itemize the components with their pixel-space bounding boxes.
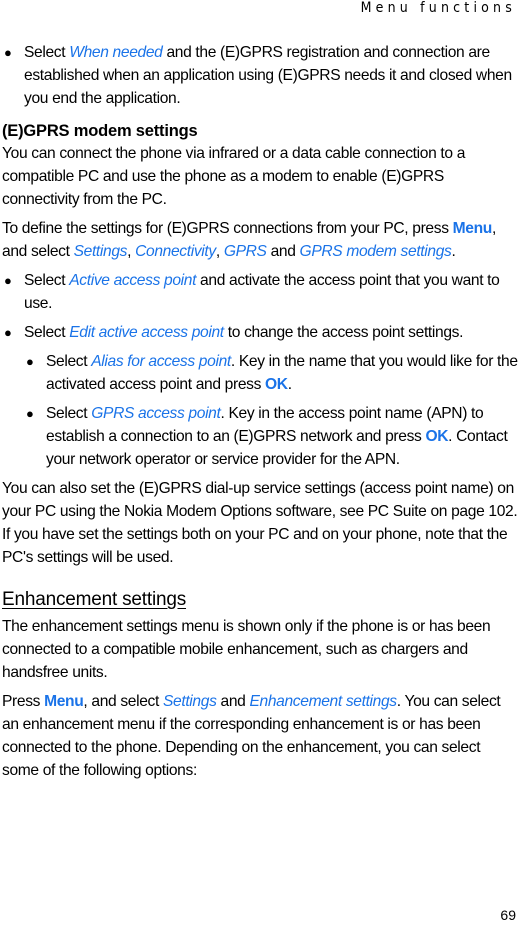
bullet-text-pre: Select — [24, 44, 70, 61]
page-content: ● Select When needed and the (E)GPRS reg… — [2, 41, 520, 788]
running-head: Menu functions — [360, 0, 516, 16]
bullet-when-needed: ● Select When needed and the (E)GPRS reg… — [2, 41, 520, 110]
menu-option-settings: Settings — [162, 693, 217, 710]
bullet-edit-active-access-point: ● Select Edit active access point to cha… — [2, 321, 520, 344]
text: To define the settings for (E)GPRS conne… — [2, 220, 453, 237]
menu-option-alias-for-access-point: Alias for access point — [91, 353, 231, 370]
key-ok: OK — [265, 376, 288, 393]
enhancement-press-paragraph: Press Menu, and select Settings and Enha… — [2, 690, 520, 782]
text: and — [266, 243, 300, 260]
text: Select — [24, 324, 70, 341]
menu-option-active-access-point: Active access point — [69, 272, 197, 289]
menu-option-gprs: GPRS — [223, 243, 267, 260]
bullet-icon: ● — [26, 406, 34, 421]
bullet-active-access-point: ● Select Active access point and activat… — [2, 269, 520, 315]
text: Select — [46, 405, 92, 422]
enhancement-intro-paragraph: The enhancement settings menu is shown o… — [2, 618, 491, 681]
modem-define-paragraph: To define the settings for (E)GPRS conne… — [2, 217, 520, 263]
text: . — [287, 376, 292, 393]
bullet-icon: ● — [26, 354, 34, 369]
bullet-icon: ● — [4, 45, 12, 60]
text: Select — [24, 272, 70, 289]
menu-option-enhancement-settings: Enhancement settings — [249, 693, 397, 710]
text: Select — [46, 353, 92, 370]
dialup-settings-paragraph: You can also set the (E)GPRS dial-up ser… — [2, 480, 518, 566]
menu-option-settings: Settings — [73, 243, 128, 260]
section-heading-modem-settings: (E)GPRS modem settings — [2, 122, 198, 140]
menu-option-connectivity: Connectivity — [135, 243, 216, 260]
modem-intro-paragraph: You can connect the phone via infrared o… — [2, 145, 466, 208]
text: , — [127, 243, 136, 260]
key-menu: Menu — [44, 693, 84, 710]
sub-bullet-alias: ● Select Alias for access point. Key in … — [24, 350, 520, 396]
text: , — [215, 243, 224, 260]
sub-bullet-gprs-access-point: ● Select GPRS access point. Key in the a… — [24, 402, 520, 471]
bullet-icon: ● — [4, 325, 12, 340]
key-menu: Menu — [452, 220, 493, 237]
page-number: 69 — [500, 907, 516, 923]
menu-option-gprs-access-point: GPRS access point — [91, 405, 221, 422]
menu-option-gprs-modem-settings: GPRS modem settings — [299, 243, 452, 260]
text: . — [451, 243, 456, 260]
menu-option-edit-active-access-point: Edit active access point — [69, 324, 224, 341]
menu-option-when-needed: When needed — [69, 44, 163, 61]
text: , and select — [83, 693, 163, 710]
bullet-icon: ● — [4, 273, 12, 288]
text: and — [216, 693, 250, 710]
key-ok: OK — [425, 428, 449, 445]
text: Press — [2, 693, 45, 710]
text: to change the access point settings. — [223, 324, 464, 341]
section-heading-enhancement-settings: Enhancement settings — [2, 589, 187, 610]
